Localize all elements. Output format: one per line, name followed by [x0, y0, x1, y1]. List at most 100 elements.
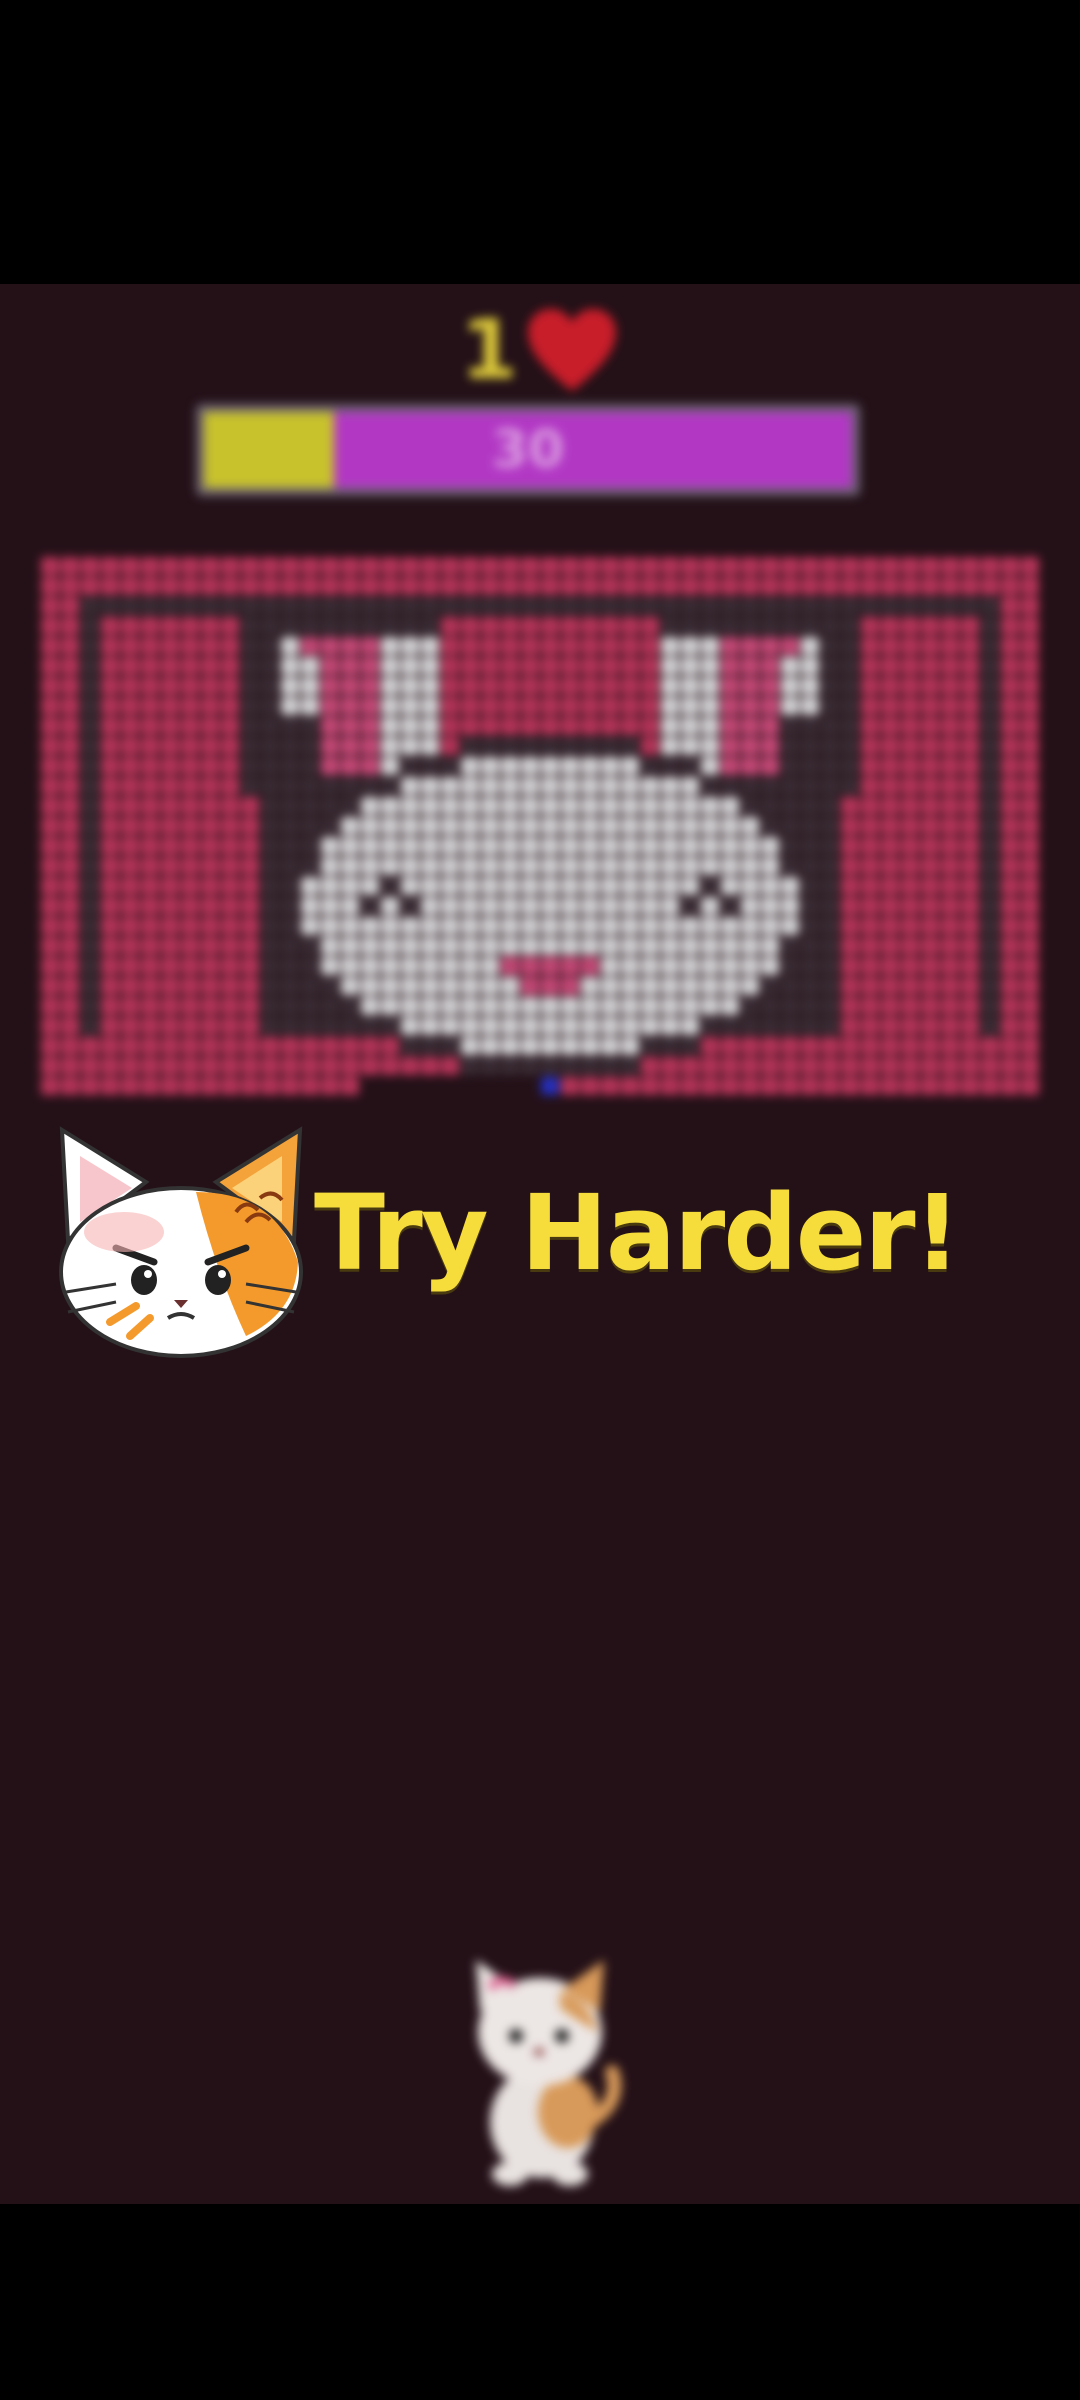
board-cell	[121, 797, 139, 815]
board-cell	[401, 897, 419, 915]
board-cell	[361, 777, 379, 795]
board-cell	[701, 957, 719, 975]
board-cell	[901, 817, 919, 835]
board-cell	[501, 897, 519, 915]
board-cell	[841, 557, 859, 575]
board-cell	[761, 777, 779, 795]
board-cell	[121, 697, 139, 715]
board-cell	[361, 577, 379, 595]
board-cell	[801, 1077, 819, 1095]
board-cell	[81, 937, 99, 955]
game-screen[interactable]: 1 30 Try Harder!	[0, 284, 1080, 2204]
board-cell	[621, 617, 639, 635]
board-cell	[981, 717, 999, 735]
board-cell	[321, 617, 339, 635]
board-cell	[721, 817, 739, 835]
board-cell	[1001, 557, 1019, 575]
board-cell	[501, 997, 519, 1015]
board-cell	[401, 977, 419, 995]
board-cell	[381, 557, 399, 575]
board-cell	[781, 897, 799, 915]
board-cell	[1001, 837, 1019, 855]
board-cell	[381, 1017, 399, 1035]
board-cell	[541, 777, 559, 795]
board-cell	[741, 657, 759, 675]
board-cell	[61, 797, 79, 815]
board-cell	[681, 997, 699, 1015]
board-cell	[281, 1037, 299, 1055]
board-cell	[121, 657, 139, 675]
board-cell	[281, 697, 299, 715]
board-cell	[301, 697, 319, 715]
board-cell	[901, 977, 919, 995]
board-cell	[681, 797, 699, 815]
board-cell	[601, 697, 619, 715]
board-cell	[841, 717, 859, 735]
board-cell	[781, 737, 799, 755]
board-cell	[61, 657, 79, 675]
board-cell	[1021, 757, 1039, 775]
board-cell	[701, 757, 719, 775]
board-cell	[161, 637, 179, 655]
board-cell	[961, 817, 979, 835]
board-cell	[741, 957, 759, 975]
board-cell	[401, 917, 419, 935]
board-cell	[741, 857, 759, 875]
board-cell	[81, 837, 99, 855]
board-cell	[121, 777, 139, 795]
board-cell	[661, 1037, 679, 1055]
board-cell	[541, 577, 559, 595]
board-cell	[201, 697, 219, 715]
board-cell	[901, 937, 919, 955]
board-cell	[181, 657, 199, 675]
board-cell	[441, 857, 459, 875]
board-cell	[281, 957, 299, 975]
board-cell	[161, 677, 179, 695]
board-cell	[181, 757, 199, 775]
board-cell	[941, 817, 959, 835]
board-cell	[101, 717, 119, 735]
board-cell	[241, 997, 259, 1015]
board-cell	[861, 977, 879, 995]
board-cell	[161, 717, 179, 735]
board-cell	[761, 597, 779, 615]
board-cell	[261, 937, 279, 955]
board-cell	[861, 957, 879, 975]
board-cell	[921, 1037, 939, 1055]
board-cell	[501, 837, 519, 855]
board-cell	[961, 937, 979, 955]
board-cell	[161, 937, 179, 955]
board-cell	[961, 717, 979, 735]
board-cell	[281, 917, 299, 935]
board-cell	[581, 557, 599, 575]
board-cell	[601, 637, 619, 655]
board-cell	[1001, 737, 1019, 755]
board-cell	[101, 677, 119, 695]
board-cell	[761, 637, 779, 655]
board-cell	[801, 917, 819, 935]
board-cell	[1001, 877, 1019, 895]
board-cell	[881, 817, 899, 835]
board-cell	[381, 817, 399, 835]
board-cell	[961, 557, 979, 575]
board-cell	[881, 657, 899, 675]
board-cell	[941, 697, 959, 715]
board-cell	[581, 877, 599, 895]
board-cell	[821, 1077, 839, 1095]
board-cell	[381, 797, 399, 815]
board-cell	[261, 857, 279, 875]
board-cell	[981, 637, 999, 655]
board-cell	[361, 857, 379, 875]
board-cell	[101, 997, 119, 1015]
board-cell	[941, 977, 959, 995]
board-cell	[221, 817, 239, 835]
board-cell	[581, 577, 599, 595]
board-cell	[161, 977, 179, 995]
board-cell	[501, 657, 519, 675]
board-cell	[981, 917, 999, 935]
board-cell	[801, 637, 819, 655]
board-cell	[901, 1017, 919, 1035]
board-cell	[261, 677, 279, 695]
board-cell	[781, 1077, 799, 1095]
board-cell	[501, 557, 519, 575]
